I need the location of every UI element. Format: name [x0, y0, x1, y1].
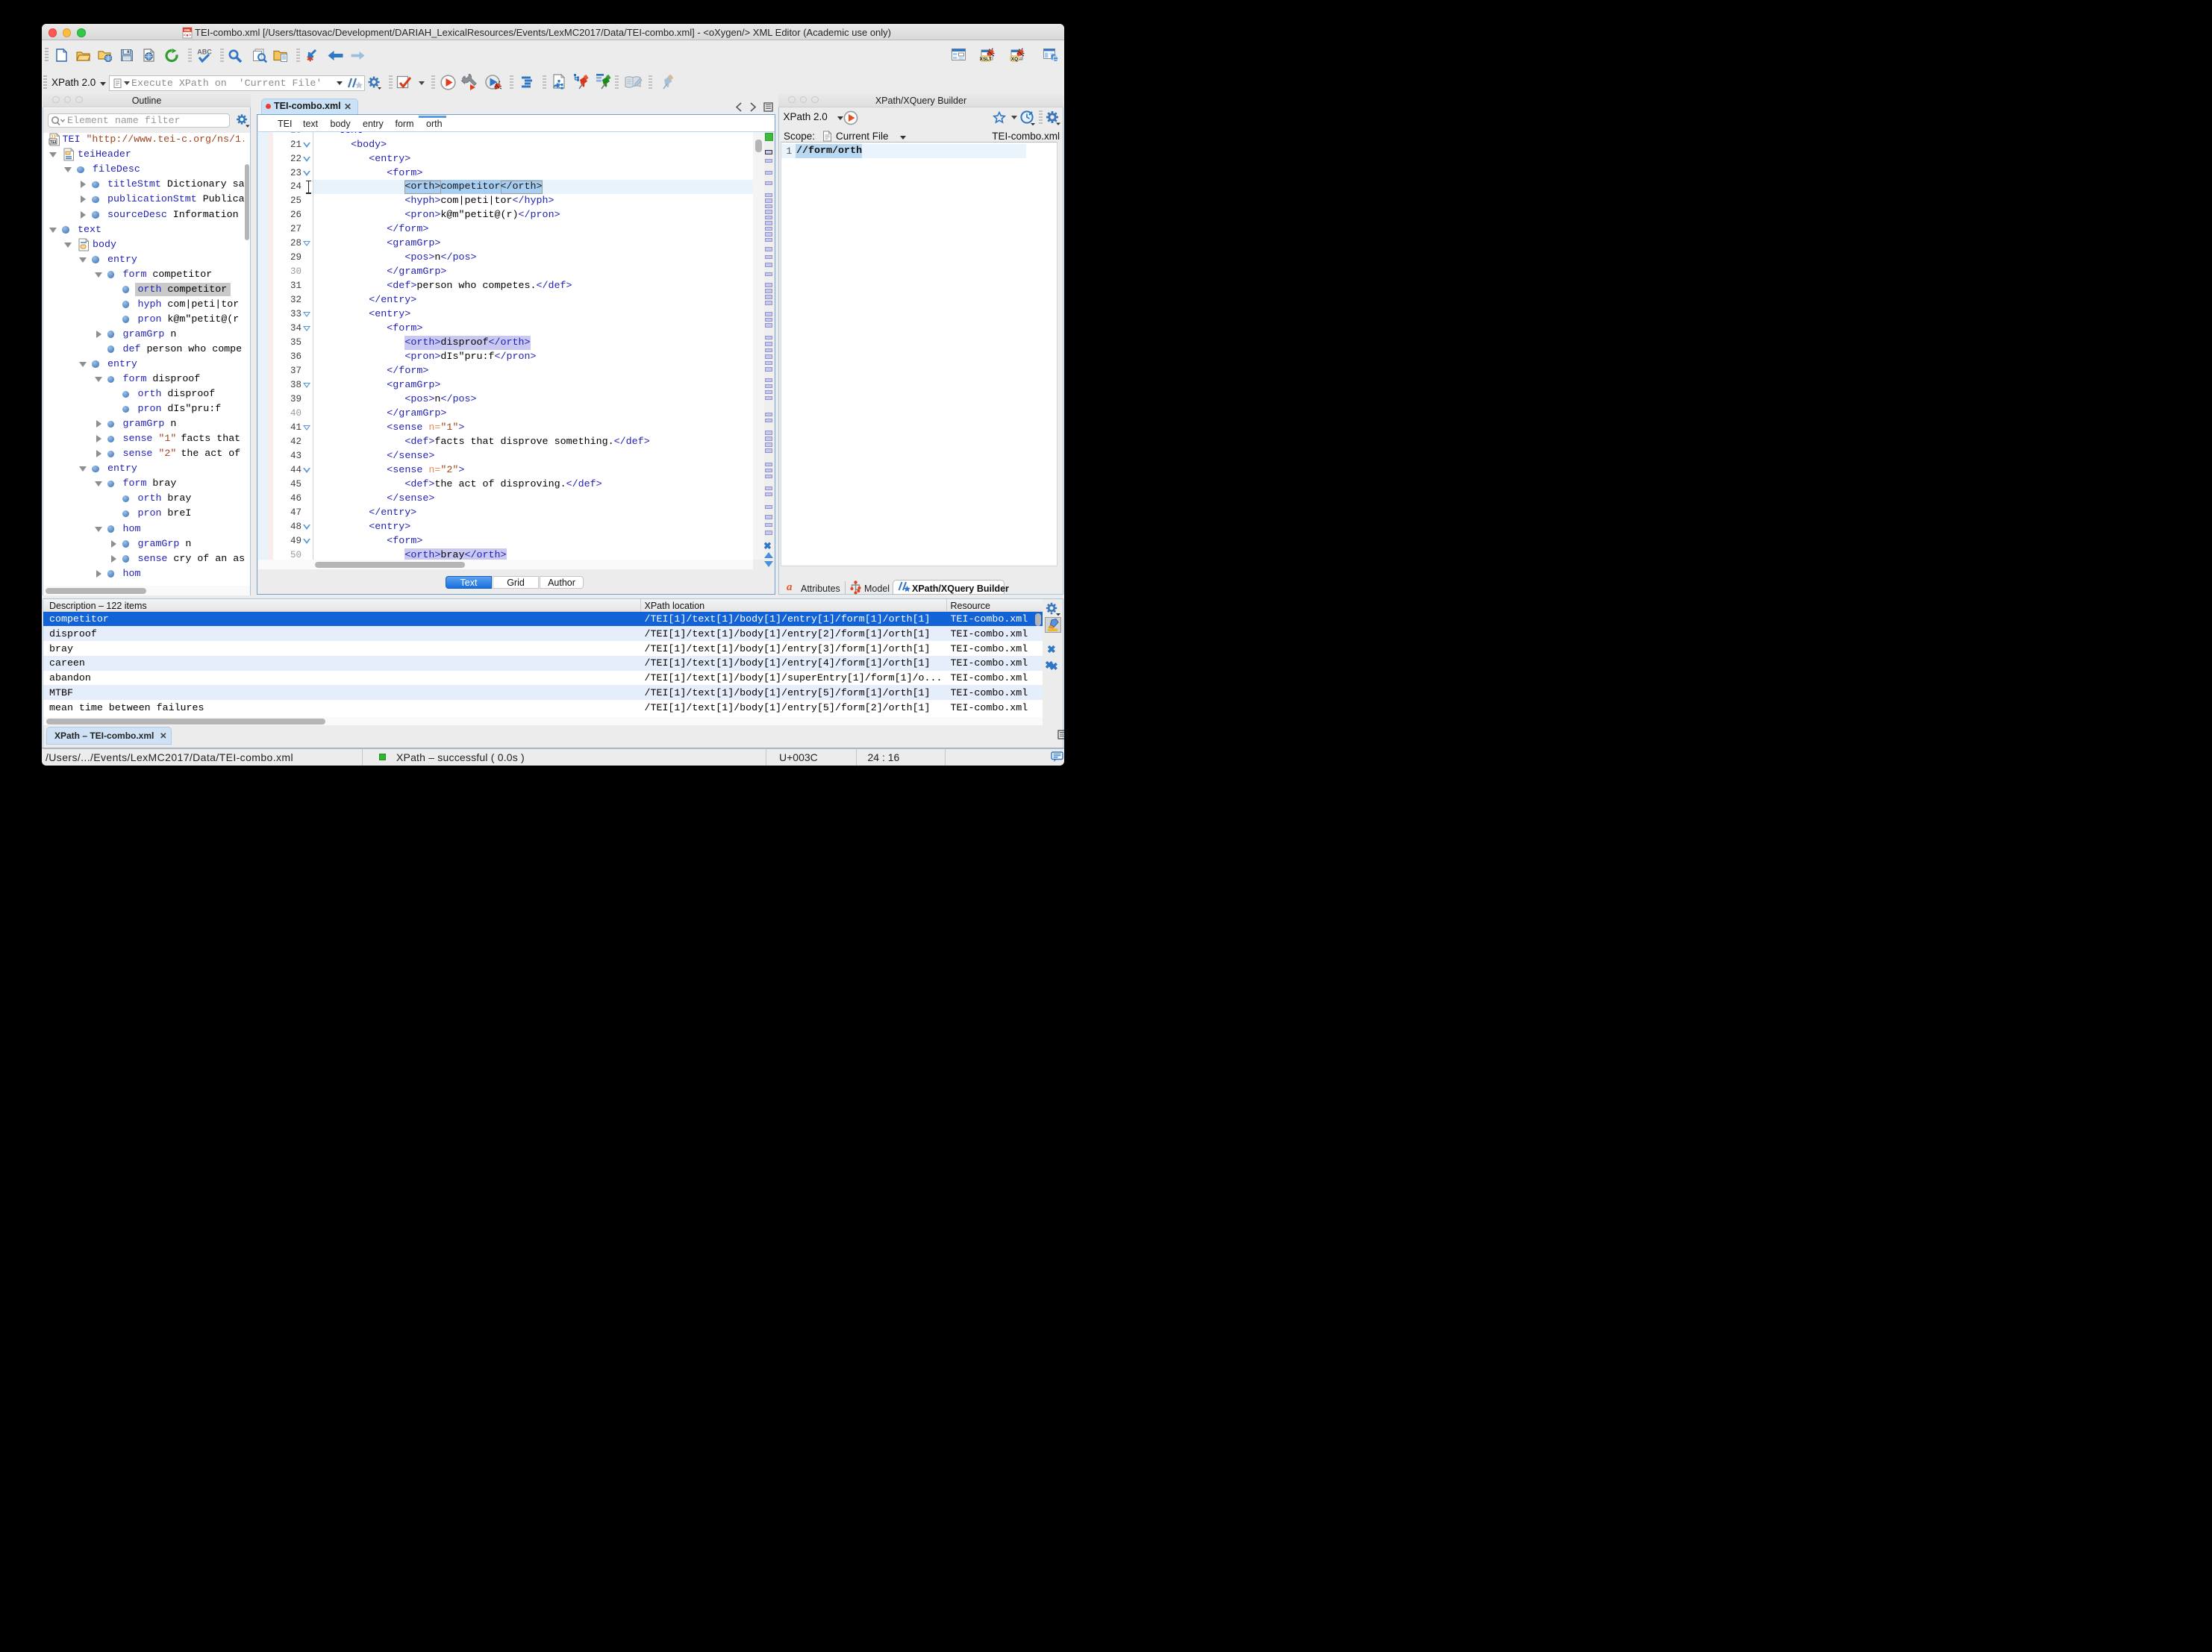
svg-text:XML: XML — [184, 28, 191, 32]
svg-text:TEI: TEI — [49, 140, 56, 145]
svg-text:XSLT: XSLT — [980, 57, 992, 62]
svg-text:ABC: ABC — [197, 49, 212, 56]
svg-text:<●>: <●> — [184, 34, 192, 38]
svg-text:XQ: XQ — [1011, 57, 1018, 62]
